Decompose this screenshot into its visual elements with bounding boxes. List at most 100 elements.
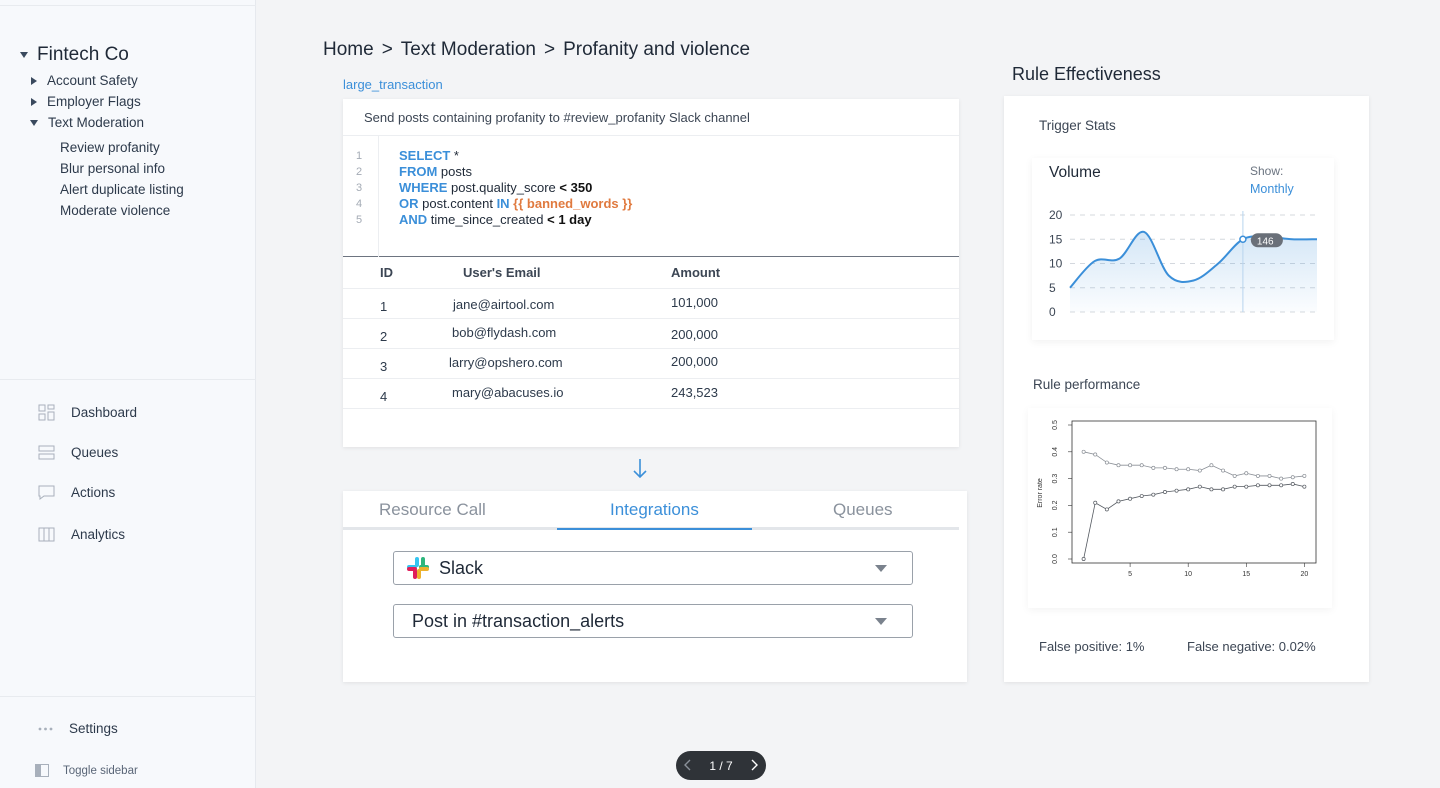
integrations-card: Resource Call Integrations Queues Slack … — [343, 491, 967, 682]
rule-performance-label: Rule performance — [1033, 377, 1141, 392]
breadcrumb: Home > Text Moderation > Profanity and v… — [323, 39, 750, 61]
data-point — [1116, 499, 1121, 504]
y-tick-label: 0 — [1049, 305, 1056, 319]
breadcrumb-separator: > — [543, 39, 556, 60]
page-indicator: 1 / 7 — [709, 758, 733, 773]
nav-item-analytics[interactable]: Analytics — [38, 526, 125, 543]
data-point — [1081, 557, 1086, 561]
table-row[interactable]: 1 jane@airtool.com 101,000 — [343, 289, 959, 319]
more-horizontal-icon — [38, 727, 53, 730]
breadcrumb-current: Profanity and violence — [563, 39, 751, 60]
org-switcher[interactable]: Fintech Co — [20, 44, 129, 66]
nav-item-queues[interactable]: Queues — [38, 444, 118, 461]
data-point — [1267, 483, 1272, 488]
sidebar-toggle-icon — [35, 764, 49, 777]
chevron-down-icon — [20, 52, 28, 58]
tab-resource-call[interactable]: Resource Call — [379, 500, 486, 520]
volume-chart: 20 15 10 5 0 146 — [1049, 208, 1318, 319]
data-point — [1197, 468, 1202, 473]
code-line: AND time_since_created < 1 day — [399, 212, 592, 227]
chevron-right-icon[interactable] — [750, 759, 758, 771]
y-tick-label: 0.2 — [1052, 500, 1059, 510]
data-point — [1279, 476, 1284, 481]
line-number: 5 — [356, 214, 363, 226]
tree-leaf-review-profanity[interactable]: Review profanity — [60, 140, 160, 155]
tree-leaf-alert-duplicate-listing[interactable]: Alert duplicate listing — [60, 182, 184, 197]
line-number: 3 — [356, 182, 363, 194]
data-point — [1290, 475, 1295, 480]
data-point — [1104, 460, 1109, 465]
query-card: Send posts containing profanity to #revi… — [343, 99, 959, 447]
y-tick-label: 0.0 — [1052, 554, 1059, 564]
integration-app-select[interactable]: Slack — [393, 551, 913, 585]
column-header-id: ID — [380, 265, 393, 280]
data-point — [1104, 507, 1109, 512]
volume-chart-card: Volume Show: Monthly 20 15 10 5 0 146 — [1032, 158, 1334, 340]
nav-item-dashboard[interactable]: Dashboard — [38, 404, 137, 421]
chevron-down-icon — [875, 565, 887, 572]
table-row[interactable]: 4 mary@abacuses.io 243,523 — [343, 379, 959, 409]
breadcrumb-home[interactable]: Home — [323, 39, 374, 61]
settings-button[interactable]: Settings — [38, 721, 118, 736]
sidebar-divider — [0, 696, 256, 697]
rule-performance-chart: 0.0 0.1 0.2 0.3 0.4 0.5 5 10 15 20 Error rate — [1037, 420, 1317, 578]
chevron-right-icon — [31, 97, 37, 106]
results-table: ID User's Email Amount 1 jane@airtool.co… — [343, 257, 959, 409]
active-tab-indicator — [557, 528, 752, 530]
toggle-sidebar-button[interactable]: Toggle sidebar — [35, 764, 138, 777]
trigger-stats-label: Trigger Stats — [1039, 118, 1116, 133]
sidebar: Fintech Co Account Safety Employer Flags… — [0, 0, 256, 788]
chevron-right-icon — [31, 76, 37, 85]
column-header-email: User's Email — [463, 265, 541, 280]
data-point — [1139, 494, 1144, 498]
tree-item-account-safety[interactable]: Account Safety — [31, 73, 138, 88]
org-name: Fintech Co — [37, 44, 129, 65]
chevron-left-icon[interactable] — [684, 759, 692, 771]
data-point — [1093, 500, 1098, 505]
data-point — [1255, 483, 1260, 488]
data-point — [1093, 452, 1098, 457]
chevron-down-icon — [30, 119, 38, 126]
table-row[interactable]: 3 larry@opshero.com 200,000 — [343, 349, 959, 379]
plot-frame — [1071, 420, 1317, 564]
false-negative-stat: False negative: 0.02% — [1187, 639, 1316, 654]
x-tick-label: 20 — [1300, 571, 1308, 578]
rule-description: Send posts containing profanity to #revi… — [343, 99, 959, 136]
tab-integrations[interactable]: Integrations — [610, 500, 699, 520]
tab-queues[interactable]: Queues — [833, 500, 893, 520]
code-lines: SELECT * FROM posts WHERE post.quality_s… — [399, 148, 632, 228]
data-point — [1290, 482, 1295, 486]
data-point — [1209, 463, 1214, 468]
series-line — [1083, 483, 1305, 560]
code-line: SELECT * — [399, 148, 459, 163]
column-header-amount: Amount — [671, 265, 721, 280]
false-positive-stat: False positive: 1% — [1039, 639, 1145, 654]
effectiveness-card: Trigger Stats Volume Show: Monthly 20 15 1… — [1004, 96, 1369, 682]
nav-item-actions[interactable]: Actions — [38, 484, 115, 501]
y-tick-label: 0.1 — [1052, 527, 1059, 537]
tree-item-employer-flags[interactable]: Employer Flags — [31, 94, 141, 109]
y-tick-label: 20 — [1049, 208, 1063, 222]
analytics-icon — [38, 527, 55, 542]
line-number: 4 — [356, 198, 363, 210]
tree-leaf-blur-personal-info[interactable]: Blur personal info — [60, 161, 165, 176]
integration-action-value: Post in #transaction_alerts — [412, 610, 625, 631]
table-row[interactable]: 2 bob@flydash.com 200,000 — [343, 319, 959, 349]
data-point — [1174, 488, 1179, 493]
tree-leaf-moderate-violence[interactable]: Moderate violence — [60, 203, 170, 218]
rule-tag-link[interactable]: large_transaction — [343, 77, 443, 92]
breadcrumb-text-moderation[interactable]: Text Moderation — [401, 39, 536, 61]
rule-performance-chart-card: 0.0 0.1 0.2 0.3 0.4 0.5 5 10 15 20 Error rate — [1028, 408, 1332, 608]
data-point — [1081, 449, 1086, 454]
y-tick-label: 10 — [1049, 257, 1063, 271]
code-editor[interactable]: 1 2 3 4 5 SELECT * FROM posts WHERE post… — [343, 136, 959, 257]
data-point — [1163, 490, 1167, 494]
queues-icon — [38, 445, 55, 460]
data-point — [1151, 465, 1156, 470]
integration-action-select[interactable]: Post in #transaction_alerts — [393, 604, 913, 638]
code-line: OR post.content IN {{ banned_words }} — [399, 196, 633, 211]
breadcrumb-separator: > — [381, 39, 393, 60]
line-number-gutter: 1 2 3 4 5 — [343, 136, 379, 257]
line-number: 2 — [356, 166, 363, 178]
tree-item-text-moderation[interactable]: Text Moderation — [30, 115, 144, 130]
